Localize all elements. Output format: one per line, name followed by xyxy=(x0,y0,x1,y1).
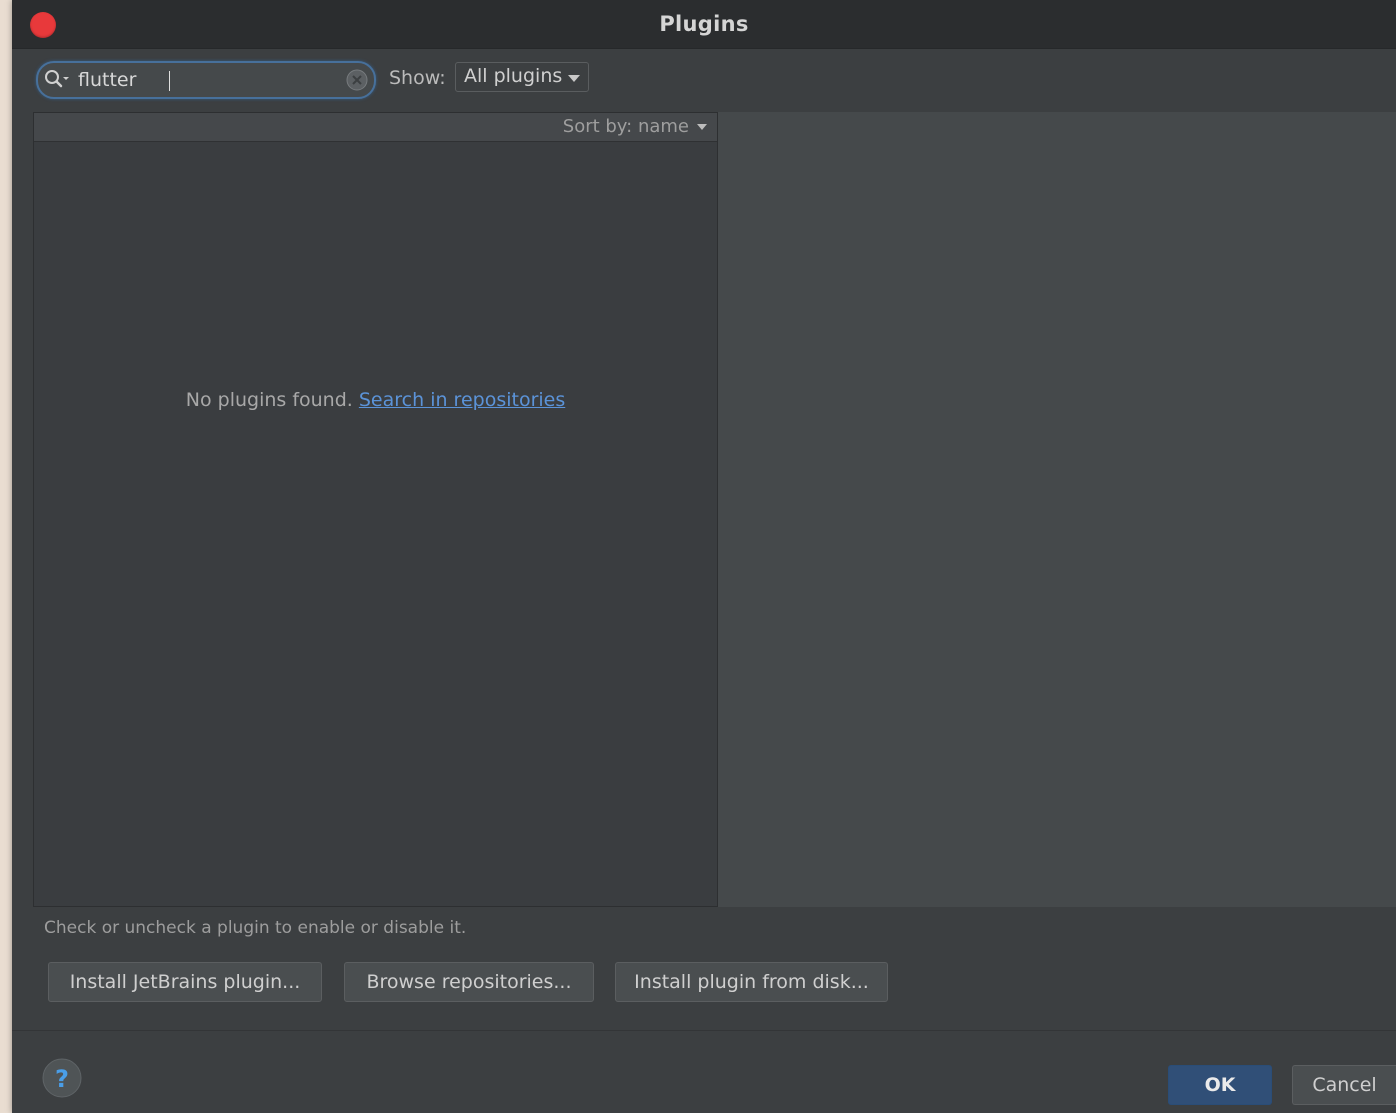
clear-icon[interactable] xyxy=(346,69,368,91)
toolbar: Show: All plugins xyxy=(12,49,1396,111)
chevron-down-icon xyxy=(568,75,580,82)
install-jetbrains-plugin-button[interactable]: Install JetBrains plugin... xyxy=(48,962,322,1002)
footer-divider xyxy=(12,1030,1396,1031)
show-label: Show: xyxy=(389,67,446,89)
ok-button[interactable]: OK xyxy=(1168,1065,1272,1105)
hint-text: Check or uncheck a plugin to enable or d… xyxy=(44,918,467,938)
help-icon[interactable]: ? xyxy=(42,1058,82,1098)
plugins-dialog: Plugins Show: All plugin xyxy=(12,0,1396,1113)
text-caret xyxy=(169,71,170,91)
show-filter-dropdown[interactable]: All plugins xyxy=(455,62,589,92)
plugin-detail-panel xyxy=(718,112,1396,907)
plugin-list[interactable]: Sort by: name No plugins found. Search i… xyxy=(33,112,718,907)
sort-chevron-down-icon[interactable] xyxy=(697,124,707,130)
empty-state: No plugins found. Search in repositories xyxy=(34,389,717,411)
install-plugin-from-disk-button[interactable]: Install plugin from disk... xyxy=(615,962,888,1002)
empty-message: No plugins found. xyxy=(185,389,353,411)
dialog-title: Plugins xyxy=(659,12,749,36)
search-box[interactable] xyxy=(36,61,376,99)
search-in-repositories-link[interactable]: Search in repositories xyxy=(359,389,565,411)
sort-by-label[interactable]: Sort by: name xyxy=(563,116,689,137)
title-bar: Plugins xyxy=(12,0,1396,49)
browse-repositories-button[interactable]: Browse repositories... xyxy=(344,962,594,1002)
search-icon[interactable] xyxy=(44,69,70,91)
sort-header[interactable]: Sort by: name xyxy=(34,113,717,142)
search-input[interactable] xyxy=(78,66,328,94)
cancel-button[interactable]: Cancel xyxy=(1292,1065,1396,1105)
svg-text:?: ? xyxy=(55,1065,69,1093)
show-filter-value: All plugins xyxy=(464,65,563,87)
